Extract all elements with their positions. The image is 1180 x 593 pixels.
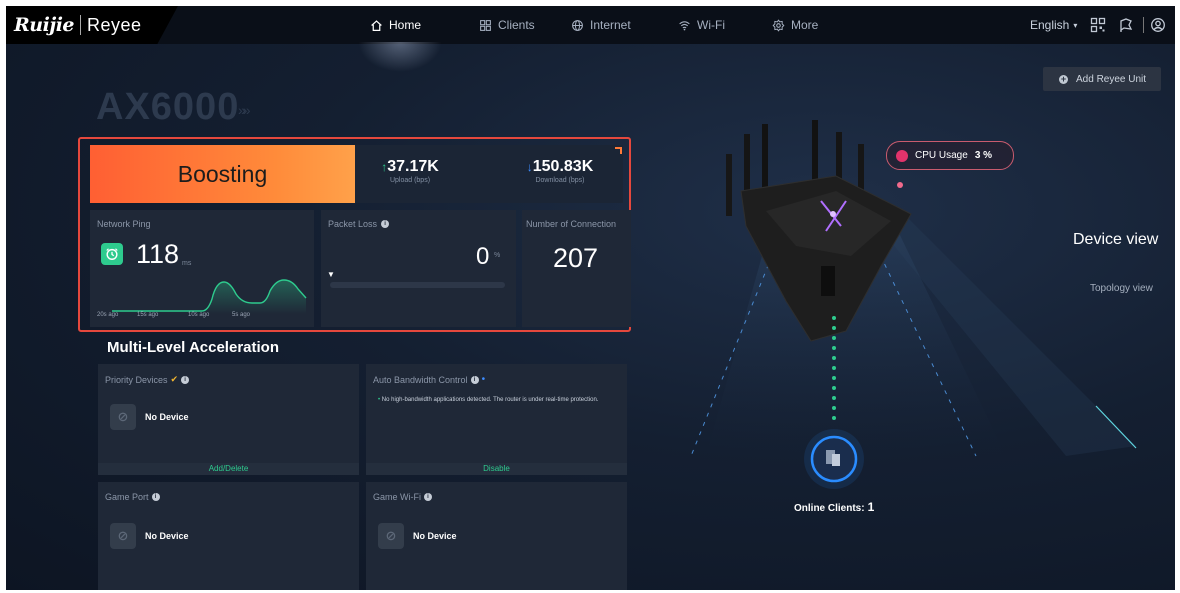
device-view-tab[interactable]: Device view: [1073, 231, 1158, 249]
no-device-label: No Device: [145, 412, 189, 422]
cpu-usage-badge[interactable]: CPU Usage 3 %: [886, 141, 1014, 170]
note-bullet-icon: •: [378, 397, 381, 403]
language-selector[interactable]: English ▾: [1030, 6, 1077, 44]
info-icon[interactable]: i: [424, 493, 432, 501]
globe-icon: [572, 19, 583, 31]
priority-badge-icon: ✔: [170, 374, 179, 384]
nav-home-label: Home: [389, 18, 422, 32]
ping-clock-icon: [101, 243, 123, 265]
info-icon[interactable]: i: [151, 493, 160, 501]
cpu-icon: [896, 149, 908, 162]
brand-logo[interactable]: Ruijie Reyee: [6, 6, 178, 44]
nav-internet-label: Internet: [590, 18, 631, 32]
user-account-icon[interactable]: [1150, 17, 1166, 33]
packet-loss-value: 0: [476, 243, 490, 270]
nav-more-label: More: [791, 18, 819, 32]
loss-marker-icon: ▼: [327, 270, 335, 279]
nav-more[interactable]: More: [772, 6, 818, 44]
grid-icon: [480, 19, 491, 31]
no-device-icon: ⊘: [378, 523, 404, 549]
priority-devices-title: Priority Devices ✔ i: [105, 374, 190, 385]
network-ping-title: Network Ping: [97, 219, 151, 229]
connections-value: 207: [553, 243, 599, 273]
boosting-label: Boosting: [177, 160, 268, 187]
nav-wifi[interactable]: Wi-Fi: [678, 6, 725, 44]
packet-loss-title: Packet Loss i: [328, 219, 390, 229]
download-label: Download (bps): [535, 177, 585, 184]
ping-history-chart: [112, 279, 307, 314]
cpu-usage-value: 3 %: [974, 150, 993, 161]
upload-value: 37.17K: [387, 158, 439, 175]
upload-label: Upload (bps): [389, 177, 431, 184]
info-icon[interactable]: i: [181, 375, 190, 384]
auto-bandwidth-note: • No high-bandwidth applications detecte…: [378, 397, 599, 403]
add-reyee-unit-button[interactable]: + Add Reyee Unit: [1043, 67, 1161, 91]
nav-internet[interactable]: Internet: [571, 6, 631, 44]
topology-view-tab[interactable]: Topology view: [1090, 283, 1153, 294]
nav-home[interactable]: Home: [370, 6, 421, 44]
ping-axis-tick: 10s ago: [188, 312, 210, 318]
info-icon[interactable]: i: [470, 375, 479, 384]
download-speed: ↓150.83K Download (bps): [505, 158, 615, 184]
packet-loss-unit: %: [494, 252, 501, 259]
status-dot-icon: •: [481, 374, 486, 385]
brand-name-ruijie: Ruijie: [14, 14, 75, 36]
qr-code-icon[interactable]: [1090, 17, 1106, 33]
boosting-button[interactable]: Boosting: [90, 145, 355, 203]
upload-speed: ↑37.17K Upload (bps): [355, 158, 465, 184]
game-port-card: Game Port i ⊘ No Device: [98, 482, 359, 590]
topbar-divider: [1143, 17, 1144, 33]
no-device-icon: ⊘: [110, 523, 136, 549]
ping-axis-tick: 20s ago: [97, 312, 119, 318]
plus-circle-icon: +: [1059, 73, 1068, 84]
game-wifi-card: Game Wi-Fi i ⊘ No Device: [366, 482, 627, 590]
section-title-acceleration: Multi-Level Acceleration: [107, 339, 279, 356]
corner-accent: [615, 147, 622, 154]
nav-clients[interactable]: Clients: [479, 6, 535, 44]
language-label: English: [1030, 18, 1070, 32]
ping-axis-tick: 15s ago: [137, 312, 159, 318]
home-icon: [371, 19, 382, 31]
no-device-label: No Device: [413, 531, 457, 541]
chevron-down-icon: ▾: [1073, 20, 1078, 30]
auto-bandwidth-title: Auto Bandwidth Control i •: [373, 374, 486, 385]
add-delete-button[interactable]: Add/Delete: [98, 463, 359, 475]
auto-bandwidth-card: Auto Bandwidth Control i • • No high-ban…: [366, 364, 627, 475]
game-wifi-empty: ⊘ No Device: [378, 523, 457, 549]
cpu-pointer-dot: [897, 182, 903, 188]
ping-axis-tick: 5s ago: [232, 312, 251, 318]
priority-devices-empty: ⊘ No Device: [110, 404, 189, 430]
game-port-title: Game Port i: [105, 492, 160, 502]
online-clients-node[interactable]: [804, 429, 864, 489]
model-arrows-decoration: »»: [238, 102, 250, 118]
ping-unit: ms: [182, 260, 192, 267]
connections-title: Number of Connection: [526, 219, 617, 229]
nav-active-indicator: [358, 42, 442, 72]
top-navigation-bar: Ruijie Reyee Home Clients Internet Wi-Fi…: [6, 6, 1175, 72]
game-port-empty: ⊘ No Device: [110, 523, 189, 549]
ping-value: 118: [136, 239, 180, 269]
speed-panel: ↑37.17K Upload (bps) ↓150.83K Download (…: [355, 145, 623, 203]
add-reyee-unit-label: Add Reyee Unit: [1076, 73, 1147, 85]
online-clients-label: Online Clients: 1: [794, 500, 875, 514]
app-window: Ruijie Reyee Home Clients Internet Wi-Fi…: [6, 6, 1175, 590]
priority-devices-card: Priority Devices ✔ i ⊘ No Device Add/Del…: [98, 364, 359, 475]
nav-wifi-label: Wi-Fi: [697, 18, 725, 32]
packet-loss-bar: [330, 282, 505, 288]
nav-clients-label: Clients: [498, 18, 535, 32]
disable-button[interactable]: Disable: [366, 463, 627, 475]
info-icon[interactable]: i: [381, 220, 390, 228]
no-device-label: No Device: [145, 531, 189, 541]
game-wifi-title: Game Wi-Fi i: [373, 492, 432, 502]
brand-name-reyee: Reyee: [87, 14, 142, 35]
online-clients-value: 1: [867, 500, 875, 514]
gear-icon: [772, 18, 785, 32]
download-value: 150.83K: [532, 158, 594, 175]
wifi-icon: [679, 20, 690, 30]
device-model-title: AX6000: [96, 86, 240, 128]
brand-separator: [80, 15, 82, 35]
no-device-icon: ⊘: [110, 404, 136, 430]
feedback-icon[interactable]: [1118, 17, 1134, 33]
cpu-usage-label: CPU Usage: [915, 150, 968, 161]
